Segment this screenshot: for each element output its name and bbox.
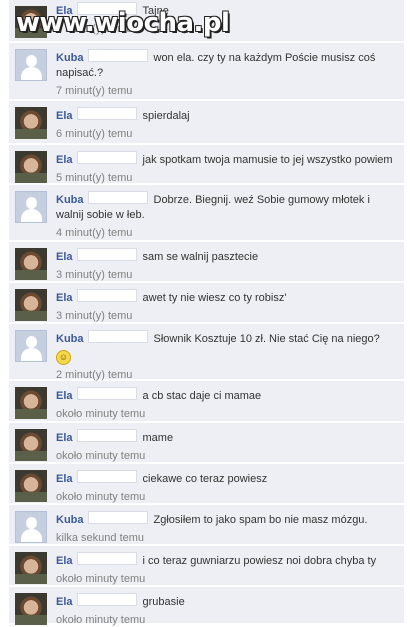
timestamp[interactable]: 3 minut(y) temu [56,268,396,282]
timestamp[interactable]: 6 minut(y) temu [56,127,396,141]
redacted-surname [76,429,137,442]
author-name[interactable]: Ela [56,473,73,485]
avatar[interactable] [15,511,47,543]
redacted-surname [76,248,137,261]
author-name[interactable]: Kuba [56,194,84,206]
comment-item: Ela jak spotkam twoja mamusie to jej wszy… [9,145,404,184]
redacted-surname [76,552,137,565]
redacted-surname [76,387,137,400]
comment-item: Ela sam se walnij pasztecie 3 minut(y) te… [9,242,404,282]
timestamp[interactable]: około minuty temu [56,449,396,463]
redacted-surname [87,330,148,343]
comment-item: Ela i co teraz guwniarzu powiesz noi dobr… [9,546,404,586]
avatar[interactable] [15,387,47,419]
comment-text: sam se walnij pasztecie [142,251,259,263]
redacted-surname [87,49,148,62]
avatar[interactable] [15,49,47,81]
avatar[interactable] [15,248,47,280]
comment-text: ciekawe co teraz powiesz [142,473,268,485]
smiley-icon: ☺ [56,350,71,365]
comment-text: grubasie [142,596,185,608]
redacted-surname [76,151,137,164]
comment-text: mame [142,432,174,444]
comment-text: jak spotkam twoja mamusie to jej wszystk… [142,154,393,166]
avatar[interactable] [15,289,47,321]
comment-item: Kuba Dobrze. Biegnij. weź Sobie gumowy mł… [9,185,404,241]
comment-text: Słownik Kosztuje 10 zł. Nie stać Cię na … [153,333,380,345]
author-name[interactable]: Ela [56,110,73,122]
timestamp[interactable]: około minuty temu [56,490,396,504]
timestamp[interactable]: 7 minut(y) temu [56,84,396,98]
redacted-surname [76,107,137,120]
avatar[interactable] [15,552,47,584]
comment-item: Ela awet ty nie wiesz co ty robisz' 3 min… [9,283,404,323]
author-name[interactable]: Ela [56,432,73,444]
author-name[interactable]: Ela [56,154,73,166]
timestamp[interactable]: około minuty temu [56,407,396,421]
author-name[interactable]: Ela [56,596,73,608]
redacted-surname [76,289,137,302]
comment-item: Ela a cb stac daje ci mamae około minuty … [9,381,404,422]
avatar[interactable] [15,330,47,362]
timestamp[interactable]: 4 minut(y) temu [56,226,396,240]
author-name[interactable]: Ela [56,251,73,263]
timestamp[interactable]: 3 minut(y) temu [56,309,396,323]
timestamp[interactable]: kilka sekund temu [56,531,396,545]
avatar[interactable] [15,191,47,223]
comment-item: Ela mame około minuty temu [9,423,404,463]
author-name[interactable]: Kuba [56,333,84,345]
redacted-surname [87,191,148,204]
author-name[interactable]: Kuba [56,514,84,526]
comment-text: a cb stac daje ci mamae [142,390,262,402]
avatar[interactable] [15,107,47,139]
avatar[interactable] [15,593,47,625]
redacted-surname [76,470,137,483]
comment-text: spierdalaj [142,110,190,122]
site-watermark: www.wiocha.pl [16,8,230,38]
timestamp[interactable]: 2 minut(y) temu [56,368,396,382]
avatar[interactable] [15,429,47,461]
author-name[interactable]: Ela [56,390,73,402]
author-name[interactable]: Ela [56,555,73,567]
avatar[interactable] [15,151,47,183]
avatar[interactable] [15,470,47,502]
comment-item: Ela spierdalaj 6 minut(y) temu [9,101,404,144]
author-name[interactable]: Ela [56,292,73,304]
redacted-surname [87,511,148,524]
comment-text: i co teraz guwniarzu powiesz noi dobra c… [142,555,377,567]
timestamp[interactable]: około minuty temu [56,613,396,627]
author-name[interactable]: Kuba [56,52,84,64]
comment-item: Kuba won ela. czy ty na każdym Poście mus… [9,43,404,100]
timestamp[interactable]: 5 minut(y) temu [56,171,396,185]
comment-text: Zgłosiłem to jako spam bo nie masz mózgu… [153,514,368,526]
redacted-surname [76,593,137,606]
comment-item: Kuba Słownik Kosztuje 10 zł. Nie stać Cię… [9,324,404,382]
comment-item: Kuba Zgłosiłem to jako spam bo nie masz m… [9,505,404,545]
comment-item: Ela grubasie około minuty temu [9,587,404,627]
comment-item: Ela ciekawe co teraz powiesz około minuty… [9,464,404,504]
comment-text: awet ty nie wiesz co ty robisz' [142,292,287,304]
timestamp[interactable]: około minuty temu [56,572,396,586]
